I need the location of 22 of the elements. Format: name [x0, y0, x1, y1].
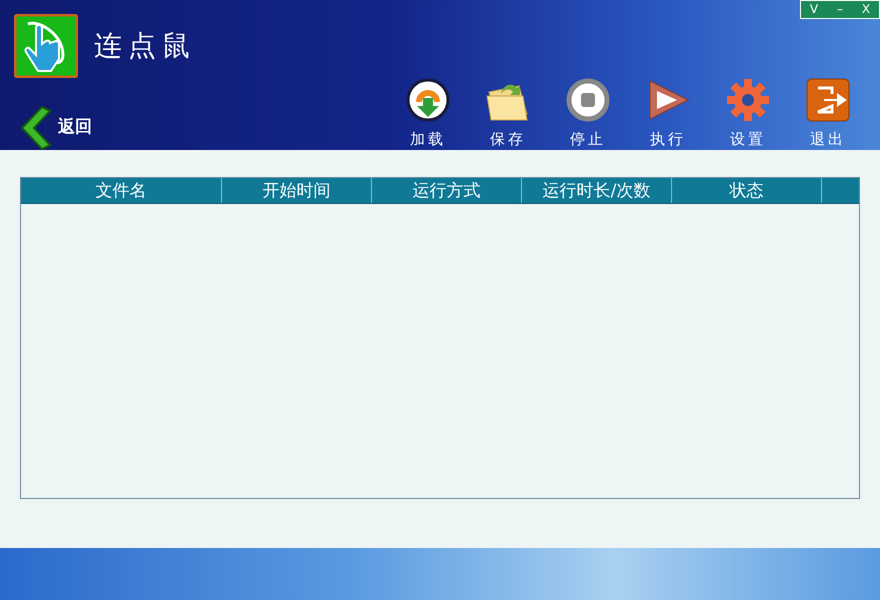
toolbar-button[interactable]: 退出 [788, 78, 868, 150]
toolbar-button[interactable]: 保存 [468, 78, 548, 150]
toolbar-button[interactable]: 设置 [708, 78, 788, 150]
download-icon [406, 78, 450, 122]
back-button[interactable]: 返回 [18, 104, 92, 150]
window-control-button[interactable]: V [801, 1, 827, 18]
column-header: 运行方式 [372, 178, 522, 203]
column-header: 状态 [672, 178, 822, 203]
window-control-button[interactable]: – [827, 1, 853, 18]
toolbar-button[interactable]: 停止 [548, 78, 628, 150]
column-header: 开始时间 [222, 178, 372, 203]
app-title: 连点鼠 [94, 28, 196, 64]
column-header: 运行时长/次数 [522, 178, 672, 203]
app-logo-icon [14, 14, 78, 78]
chevron-left-icon [18, 104, 52, 150]
window-control-button[interactable]: X [853, 1, 879, 18]
column-header: 文件名 [21, 178, 222, 203]
stop-icon [566, 78, 610, 122]
settings-icon [726, 78, 770, 122]
exit-icon [806, 78, 850, 122]
toolbar-button[interactable]: 加载 [388, 78, 468, 150]
toolbar-button[interactable]: 执行 [628, 78, 708, 150]
